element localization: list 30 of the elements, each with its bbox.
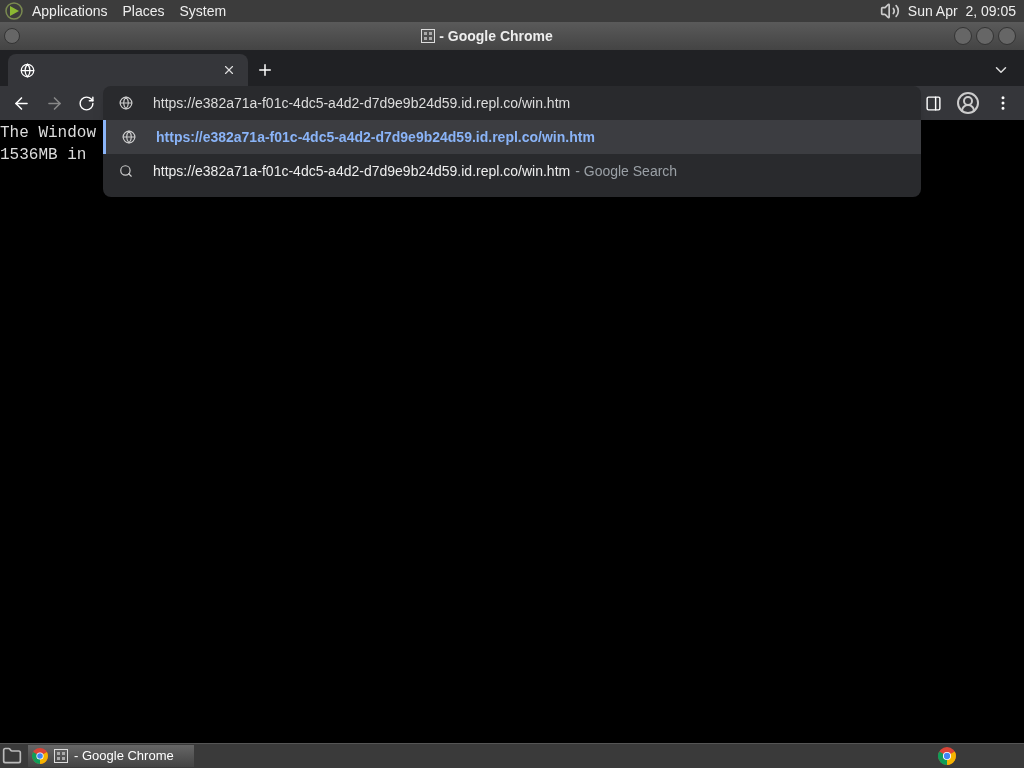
taskbar-button[interactable]: - Google Chrome — [28, 745, 194, 767]
page-text: The Window — [0, 123, 96, 144]
side-panel-icon[interactable] — [925, 94, 942, 112]
logo-icon — [4, 1, 24, 21]
panel-menu[interactable]: Places — [122, 0, 165, 22]
suggestion-url: https://e382a71a-f01c-4dc5-a4d2-d7d9e9b24d59.id.repl.co/win.htm — [156, 127, 595, 147]
suggestion-url: https://e382a71a-f01c-4dc5-a4d2-d7d9e9b24d59.id.repl.co/win.htm — [153, 161, 571, 181]
panel-menu[interactable]: Applications — [32, 0, 108, 22]
suggestion-item[interactable]: https://e382a71a-f01c-4dc5-a4d2-d7d9e9b24d59.id.repl.co/win.htm — [103, 120, 921, 154]
new-tab-icon[interactable] — [256, 61, 274, 79]
volume-icon[interactable] — [879, 1, 900, 21]
folder-icon[interactable] — [2, 746, 22, 766]
globe-icon — [20, 62, 35, 78]
chrome-icon — [32, 748, 48, 764]
address-field[interactable]: https://e382a71a-f01c-4dc5-a4d2-d7d9e9b24d59.id.repl.co/win.htm — [153, 92, 913, 114]
page-text: 1536MB in — [0, 145, 87, 166]
profile-icon[interactable] — [956, 91, 980, 115]
close-tab-icon[interactable] — [222, 63, 236, 77]
globe-icon — [122, 130, 136, 144]
document-icon — [421, 29, 436, 43]
suggestion-hint: - Google Search — [575, 161, 678, 181]
chrome-tray-icon — [938, 747, 956, 765]
globe-icon — [119, 96, 133, 110]
panel-menu[interactable]: System — [179, 0, 227, 22]
search-icon — [119, 164, 133, 178]
document-icon — [54, 749, 68, 763]
reload-icon[interactable] — [78, 94, 95, 112]
suggestion-item[interactable]: https://e382a71a-f01c-4dc5-a4d2-d7d9e9b24d59.id.repl.co/win.htm - Google Search — [103, 154, 921, 188]
window-title: - Google Chrome — [439, 26, 553, 46]
panel-clock[interactable]: Sun Apr 2, 09:05 — [907, 0, 1016, 22]
